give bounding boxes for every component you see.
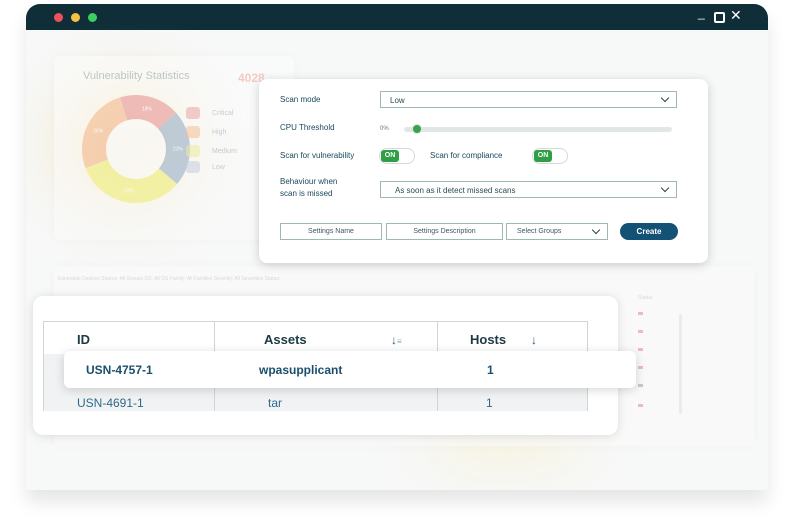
cpu-threshold-label: CPU Threshold bbox=[280, 123, 335, 132]
assets-column-header[interactable]: Assets bbox=[264, 332, 307, 347]
legend-label: Low bbox=[212, 164, 225, 171]
behaviour-label-line1: Behaviour when bbox=[280, 177, 338, 186]
behaviour-label-line2: scan is missed bbox=[280, 189, 333, 198]
statistics-title: Vulnerability Statistics bbox=[83, 70, 190, 82]
status-indicators bbox=[638, 308, 644, 418]
chevron-down-icon bbox=[660, 93, 670, 103]
devices-scrollbar[interactable] bbox=[679, 314, 682, 414]
donut-slice-label: 23% bbox=[173, 146, 184, 152]
minimize-icon[interactable]: _ bbox=[698, 6, 705, 20]
legend-swatch bbox=[186, 107, 200, 119]
vulnerability-donut-chart: 18% 23% 33% 26% bbox=[82, 94, 190, 203]
row-1-id[interactable]: USN-4757-1 bbox=[86, 363, 153, 377]
scan-mode-select[interactable]: Low bbox=[380, 91, 677, 108]
scan-mode-value: Low bbox=[390, 96, 405, 105]
legend-swatch bbox=[186, 145, 200, 157]
chevron-down-icon bbox=[660, 183, 670, 193]
settings-name-input[interactable]: Settings Name bbox=[280, 223, 382, 240]
title-bar: _ ✕ bbox=[26, 4, 768, 30]
table-border bbox=[43, 321, 44, 411]
id-column-header[interactable]: ID bbox=[77, 332, 90, 347]
scan-settings-panel: Scan mode Low CPU Threshold 0% Scan for … bbox=[259, 79, 708, 263]
legend-critical: Critical bbox=[186, 107, 234, 119]
legend-label: Critical bbox=[212, 110, 234, 117]
sort-down-icon[interactable]: ↓ bbox=[531, 333, 537, 347]
scan-compliance-toggle[interactable]: ON bbox=[533, 149, 567, 163]
close-icon[interactable]: ✕ bbox=[730, 8, 742, 22]
minimize-dot[interactable] bbox=[71, 13, 80, 22]
legend-high: High bbox=[186, 126, 227, 138]
status-column-header: Status bbox=[638, 295, 653, 301]
select-groups-dropdown[interactable]: Select Groups bbox=[506, 223, 608, 240]
sort-icon[interactable]: ↓≡ bbox=[391, 333, 402, 347]
scan-vulnerability-toggle[interactable]: ON bbox=[380, 149, 414, 163]
donut-slice-label: 26% bbox=[93, 129, 104, 135]
chevron-down-icon bbox=[591, 225, 601, 235]
legend-label: High bbox=[212, 129, 227, 136]
legend-low: Low bbox=[186, 161, 225, 173]
maximize-dot[interactable] bbox=[88, 13, 97, 22]
table-top-border bbox=[43, 321, 588, 322]
row-1-asset: wpasupplicant bbox=[259, 363, 343, 377]
scan-mode-label: Scan mode bbox=[280, 95, 321, 104]
cpu-threshold-slider[interactable] bbox=[404, 127, 672, 132]
hosts-column-header[interactable]: Hosts bbox=[470, 332, 506, 347]
row-2-id[interactable]: USN-4691-1 bbox=[77, 396, 144, 410]
row-1-hosts: 1 bbox=[487, 363, 494, 377]
behaviour-value: As soon as it detect missed scans bbox=[395, 186, 516, 195]
create-button[interactable]: Create bbox=[620, 223, 678, 240]
donut-hole bbox=[106, 119, 166, 179]
legend-swatch bbox=[186, 161, 200, 173]
donut-slice-label: 33% bbox=[124, 188, 135, 194]
donut-slice-label: 18% bbox=[142, 106, 153, 112]
toggle-on-indicator: ON bbox=[534, 150, 552, 162]
scan-compliance-label: Scan for compliance bbox=[430, 151, 503, 160]
row-2-asset: tar bbox=[268, 396, 283, 410]
behaviour-select[interactable]: As soon as it detect missed scans bbox=[380, 181, 677, 198]
scan-vulnerability-label: Scan for vulnerability bbox=[280, 151, 355, 160]
close-dot[interactable] bbox=[54, 13, 63, 22]
legend-medium: Medium bbox=[186, 145, 237, 157]
select-groups-label: Select Groups bbox=[517, 228, 562, 235]
legend-label: Medium bbox=[212, 148, 237, 155]
table-row-highlighted[interactable]: USN-4757-1 wpasupplicant 1 bbox=[64, 351, 636, 388]
cpu-threshold-value: 0% bbox=[380, 126, 389, 132]
row-2-hosts: 1 bbox=[486, 396, 493, 410]
devices-filters-row: Vulnerable Devices Source: All Groups OS… bbox=[57, 276, 281, 282]
legend-swatch bbox=[186, 126, 200, 138]
maximize-icon[interactable] bbox=[714, 12, 725, 23]
settings-description-input[interactable]: Settings Description bbox=[386, 223, 503, 240]
toggle-on-indicator: ON bbox=[381, 150, 399, 162]
